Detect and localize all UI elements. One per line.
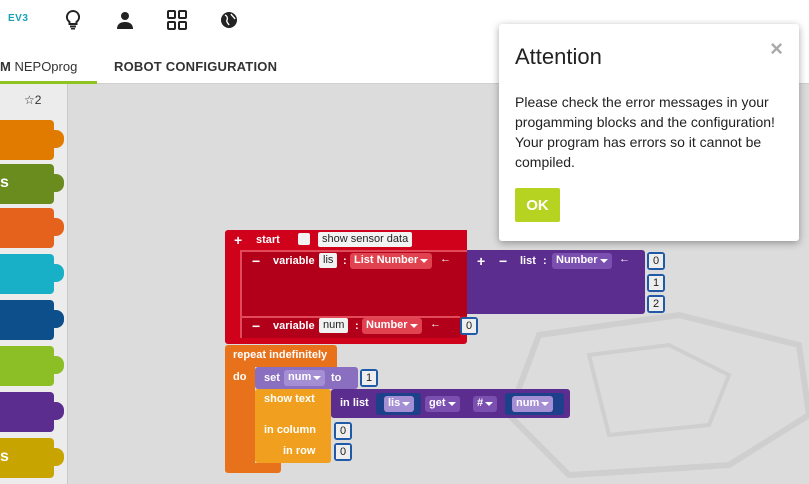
column-value[interactable]: 0 (334, 422, 352, 440)
in-list-label: in list (340, 397, 369, 409)
start-label: start (256, 234, 280, 246)
dialog-message: Please check the error messages in your … (515, 94, 775, 170)
set-value[interactable]: 1 (360, 369, 378, 387)
list-colon: : (543, 255, 547, 267)
category-yellow[interactable]: s (0, 438, 64, 478)
in-column-label: in column (264, 424, 316, 436)
start-block-head (424, 230, 467, 250)
list-item-0[interactable]: 0 (647, 252, 665, 270)
tab-program[interactable]: M NEPOprog (0, 40, 97, 84)
attention-dialog: Attention × Please check the error messa… (499, 24, 799, 241)
dialog-title: Attention (515, 44, 602, 69)
ok-button[interactable]: OK (515, 188, 560, 222)
globe-icon[interactable] (217, 8, 241, 32)
row-value[interactable]: 0 (334, 443, 352, 461)
in-row-label: in row (283, 445, 316, 457)
show-text-label: show text (264, 393, 315, 405)
list-get-op-dropdown[interactable]: get (425, 396, 460, 412)
repeat-label: repeat indefinitely (233, 349, 328, 361)
set-variable-dropdown[interactable]: num (284, 370, 326, 386)
lightbulb-icon[interactable] (61, 8, 85, 32)
list-plus-icon[interactable]: + (477, 254, 485, 268)
var-lis-colon: : (343, 255, 347, 267)
list-get-mode-dropdown[interactable]: # (473, 396, 498, 412)
category-orange[interactable] (0, 120, 64, 160)
show-sensor-data-label: show sensor data (318, 232, 413, 247)
var-num-colon: : (355, 320, 359, 332)
list-get-list-dropdown[interactable]: lis (384, 396, 415, 412)
set-keyword: set (264, 372, 280, 384)
start-plus-icon[interactable]: + (234, 233, 242, 247)
favorites-count[interactable]: ☆2 (24, 93, 41, 107)
set-to-keyword: to (331, 372, 342, 384)
category-purple[interactable] (0, 392, 64, 432)
program-name: NEPOprog (14, 59, 78, 74)
list-minus-icon[interactable]: − (499, 254, 507, 268)
list-get-index-dropdown[interactable]: num (512, 396, 554, 412)
var-lis-name[interactable]: lis (319, 253, 338, 268)
list-item-2[interactable]: 2 (647, 295, 665, 313)
list-assign-arrow: ← (619, 253, 630, 265)
var-lis-keyword: variable (273, 255, 315, 267)
repeat-do-label: do (233, 371, 247, 383)
tab-robot-configuration[interactable]: ROBOT CONFIGURATION (114, 40, 277, 84)
var-lis-type-dropdown[interactable]: List Number (350, 253, 433, 269)
var-lis-minus-icon[interactable]: − (252, 254, 260, 268)
show-sensor-data-checkbox[interactable] (298, 233, 310, 245)
category-label: s (0, 174, 9, 191)
var-num-minus-icon[interactable]: − (252, 319, 260, 333)
repeat-block-foot (225, 463, 281, 473)
program-prefix: M (0, 59, 11, 74)
category-green[interactable] (0, 346, 64, 386)
category-blue[interactable] (0, 300, 64, 340)
gallery-icon[interactable] (165, 8, 189, 32)
var-num-value[interactable]: 0 (460, 317, 478, 335)
category-dark-orange[interactable] (0, 208, 64, 248)
var-num-keyword: variable (273, 320, 315, 332)
var-num-name[interactable]: num (319, 318, 349, 333)
var-lis-assign-arrow: ← (440, 253, 451, 265)
block-category-sidebar: ☆2 s s (0, 84, 68, 484)
close-icon[interactable]: × (770, 38, 783, 60)
list-item-1[interactable]: 1 (647, 274, 665, 292)
category-cyan[interactable] (0, 254, 64, 294)
var-num-assign-arrow: ← (430, 318, 441, 330)
list-keyword: list (520, 255, 536, 267)
category-label: s (0, 448, 9, 465)
category-olive[interactable]: s (0, 164, 64, 204)
var-num-type-dropdown[interactable]: Number (362, 318, 422, 334)
user-icon[interactable] (113, 8, 137, 32)
robot-label[interactable]: EV3 (8, 13, 28, 24)
list-type-dropdown[interactable]: Number (552, 253, 612, 269)
